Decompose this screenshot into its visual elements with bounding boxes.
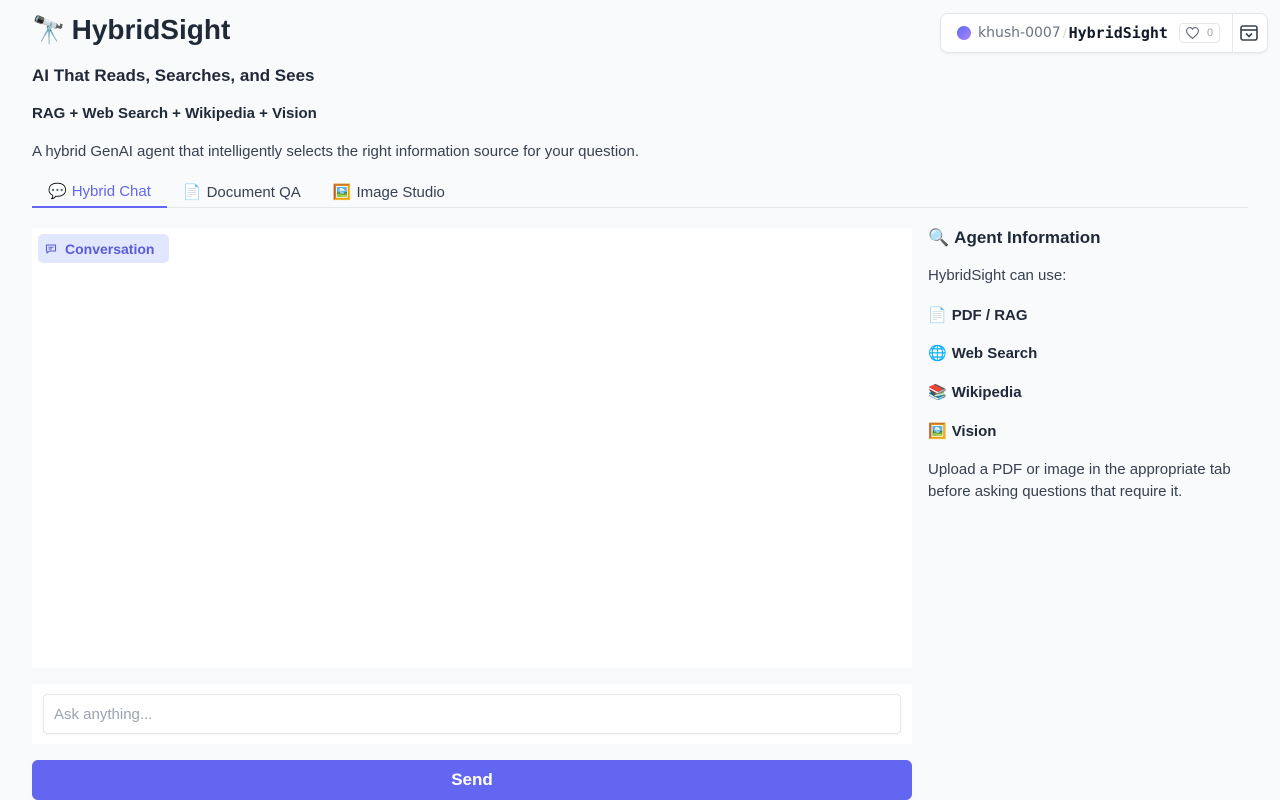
repo-badge: khush-0007 / HybridSight 0: [940, 13, 1268, 53]
agent-note: Upload a PDF or image in the appropriate…: [928, 461, 1231, 500]
source-label: PDF / RAG: [951, 307, 1028, 324]
repo-name-link[interactable]: HybridSight: [1069, 24, 1168, 42]
like-count: 0: [1206, 27, 1214, 39]
tab-bar: 💬 Hybrid Chat 📄 Document QA 🖼️ Image Stu…: [32, 176, 1248, 208]
feature-list: RAG + Web Search + Wikipedia + Vision: [32, 105, 317, 122]
tab-label: Hybrid Chat: [71, 182, 151, 200]
source-pdf-rag: 📄 PDF / RAG: [928, 306, 1028, 324]
badge-divider: [1232, 14, 1233, 52]
repo-owner-link[interactable]: khush-0007: [978, 25, 1061, 41]
app-description: A hybrid GenAI agent that intelligently …: [32, 143, 640, 160]
agent-info-heading-text: Agent Information: [954, 228, 1101, 247]
repo-separator: /: [1062, 25, 1067, 41]
tab-image-studio[interactable]: 🖼️ Image Studio: [317, 176, 461, 208]
tab-label: Image Studio: [356, 183, 445, 201]
document-icon: 📄: [182, 184, 202, 201]
send-button[interactable]: Send: [32, 760, 912, 800]
agent-info-heading: 🔍 Agent Information: [928, 228, 1101, 248]
owner-avatar[interactable]: [957, 26, 971, 40]
source-wikipedia: 📚 Wikipedia: [928, 383, 1022, 401]
tab-label: Document QA: [206, 183, 301, 201]
tab-document-qa[interactable]: 📄 Document QA: [167, 176, 317, 208]
conversation-label-text: Conversation: [65, 240, 155, 257]
books-icon: 📚: [928, 384, 947, 401]
speech-bubble-icon: 💬: [48, 183, 67, 200]
agent-intro: HybridSight can use:: [928, 267, 1067, 284]
page-subtitle: AI That Reads, Searches, and Sees: [32, 66, 315, 85]
collapse-header-icon[interactable]: [1240, 25, 1258, 41]
chatbot-panel: Conversation: [32, 228, 912, 668]
source-label: Web Search: [951, 345, 1038, 362]
telescope-icon: 🔭: [32, 15, 66, 45]
message-input[interactable]: [43, 694, 901, 734]
heart-icon: [1185, 27, 1199, 39]
magnifier-icon: 🔍: [928, 228, 950, 247]
app-page: khush-0007 / HybridSight 0 🔭 HybridSight …: [0, 0, 1280, 800]
tab-hybrid-chat[interactable]: 💬 Hybrid Chat: [32, 176, 167, 208]
picture-icon: 🖼️: [332, 184, 352, 201]
source-label: Vision: [951, 423, 997, 440]
source-vision: 🖼️ Vision: [928, 422, 996, 440]
source-web-search: 🌐 Web Search: [928, 344, 1037, 362]
picture-icon: 🖼️: [928, 423, 947, 440]
chat-icon: [45, 243, 57, 254]
conversation-label: Conversation: [38, 234, 169, 263]
source-label: Wikipedia: [951, 384, 1022, 401]
page-title-text: HybridSight: [71, 14, 231, 45]
globe-icon: 🌐: [928, 345, 947, 362]
document-icon: 📄: [928, 307, 947, 324]
message-input-container: [32, 684, 912, 744]
like-button[interactable]: 0: [1178, 23, 1221, 43]
page-title: 🔭 HybridSight: [32, 14, 230, 46]
